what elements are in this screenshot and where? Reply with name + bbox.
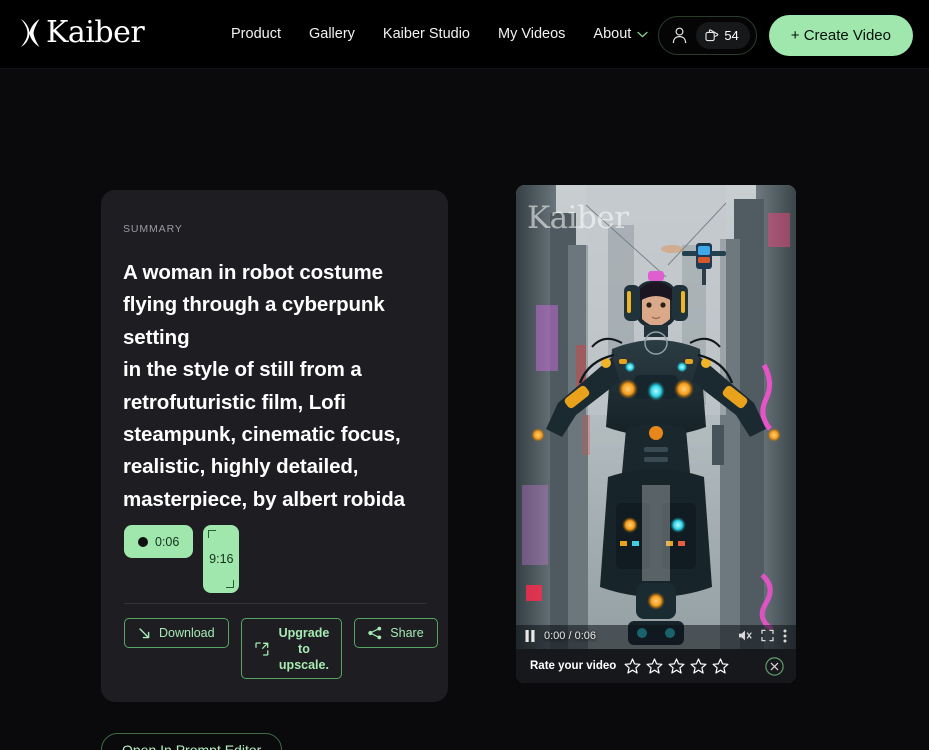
nav-item-about-label: About [593,26,632,42]
pause-icon[interactable] [525,629,535,642]
logo-text: Kaiber [46,15,145,50]
summary-card: SUMMARY A woman in robot costume flying … [101,190,448,702]
credits-badge[interactable]: 54 [696,22,750,49]
close-circle-icon[interactable] [765,656,784,676]
download-button[interactable]: Download [124,618,229,648]
nav-item-my-videos[interactable]: My Videos [498,25,565,43]
upgrade-button-label: Upgrade to upscale. [278,625,330,672]
download-button-label: Download [159,626,215,640]
summary-prompt-text: A woman in robot costume flying through … [123,261,405,511]
duration-badge-label: 0:06 [155,534,180,549]
nav-item-gallery[interactable]: Gallery [309,25,355,43]
chevron-down-icon [637,31,648,37]
video-meta-badges: 0:06 9:16 [124,525,240,593]
video-controls: 0:00 / 0:06 [516,624,796,647]
nav-item-product[interactable]: Product [231,25,281,43]
account-credits-pill[interactable]: 54 [658,16,757,55]
star-outline-icon[interactable] [690,658,707,674]
person-icon [673,27,687,44]
record-dot-icon [138,536,148,547]
summary-label: SUMMARY [123,223,183,235]
site-header: Kaiber Product Gallery Kaiber Studio My … [0,0,929,69]
card-divider [124,603,426,604]
upgrade-to-upscale-button[interactable]: Upgrade to upscale. [240,618,343,679]
rate-video-label: Rate your video [530,660,617,672]
share-button-label: Share [390,626,424,640]
main-content: SUMMARY A woman in robot costume flying … [0,69,929,750]
more-vertical-icon[interactable] [783,629,787,643]
fullscreen-icon[interactable] [761,629,774,642]
star-outline-icon[interactable] [646,658,663,674]
open-in-prompt-editor-button[interactable]: Open In Prompt Editor [101,733,283,750]
nav-item-kaiber-studio[interactable]: Kaiber Studio [383,25,470,43]
credits-count: 54 [724,27,739,43]
aspect-ratio-badge: 9:16 [203,525,240,593]
share-network-icon [368,626,382,640]
header-actions: 54 + Create Video [658,15,913,56]
video-artwork [516,185,796,683]
video-time-display: 0:00 / 0:06 [544,629,596,642]
rate-video-bar: Rate your video [516,649,796,683]
share-button[interactable]: Share [354,618,438,648]
volume-mute-icon[interactable] [738,629,752,642]
nav-item-about[interactable]: About [593,25,648,43]
rating-stars[interactable] [624,658,729,674]
star-outline-icon[interactable] [712,658,729,674]
create-video-button[interactable]: + Create Video [768,15,913,56]
logo[interactable]: Kaiber [18,15,145,50]
main-navigation: Product Gallery Kaiber Studio My Videos … [231,25,648,43]
star-outline-icon[interactable] [624,658,641,674]
upscale-expand-icon [254,641,269,656]
footer-actions: Open In Prompt Editor View In My Videos [101,733,283,750]
video-player[interactable]: Kaiber 0:00 / 0:06 Rate your video [516,185,796,683]
star-outline-icon[interactable] [668,658,685,674]
download-arrow-icon [139,627,150,638]
kaiber-k-mark-icon [21,19,40,47]
duration-badge: 0:06 [124,525,194,558]
video-action-buttons: Download Upgrade to upscale. Share [124,618,438,679]
aspect-ratio-label: 9:16 [209,552,234,566]
credits-coin-icon [705,28,719,41]
